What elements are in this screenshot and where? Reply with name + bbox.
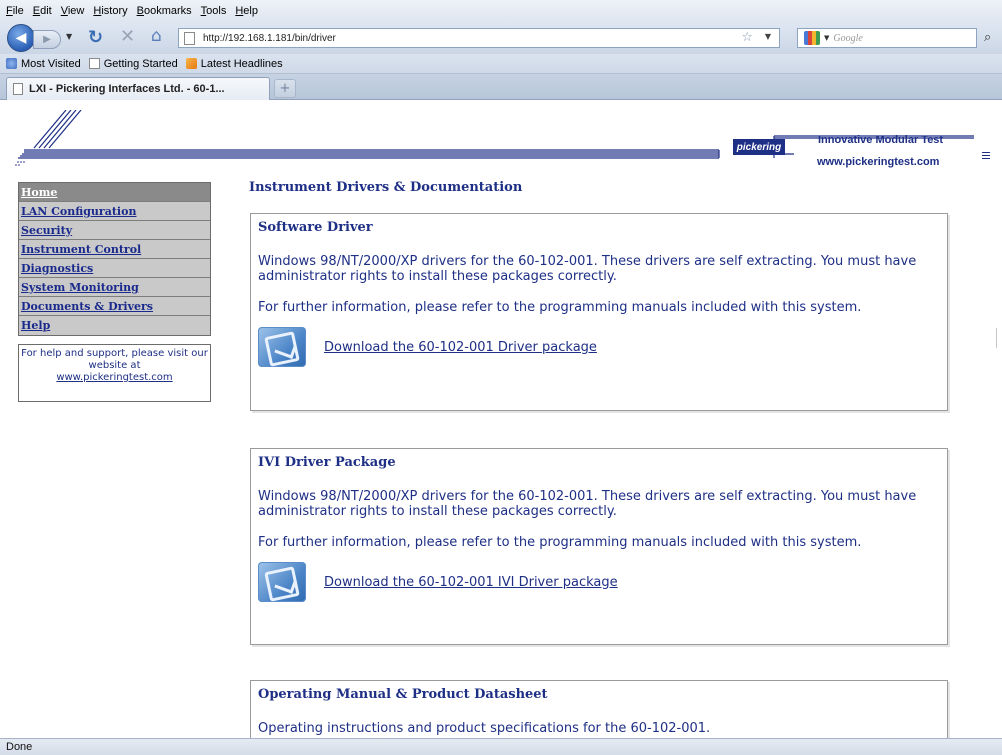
bookmark-label: Latest Headlines bbox=[200, 57, 283, 70]
download-row: Download the 60-102-001 IVI Driver packa… bbox=[258, 562, 941, 602]
search-box[interactable]: ▼ Google bbox=[797, 28, 977, 48]
most-visited-icon bbox=[6, 58, 17, 69]
sidebar-item-instrument-control[interactable]: Instrument Control bbox=[19, 240, 210, 259]
new-tab-button[interactable]: + bbox=[274, 79, 296, 98]
menu-tools[interactable]: Tools bbox=[201, 5, 227, 17]
download-row: Download the 60-102-001 Driver package bbox=[258, 327, 941, 367]
status-bar: Done bbox=[0, 738, 1002, 755]
page-icon bbox=[13, 83, 23, 95]
sidebar-item-system-monitoring[interactable]: System Monitoring bbox=[19, 278, 210, 297]
banner-tagline: Innovative Modular Test bbox=[818, 134, 944, 146]
panel-description: Windows 98/NT/2000/XP drivers for the 60… bbox=[258, 489, 917, 519]
engine-dropdown-icon[interactable]: ▼ bbox=[824, 34, 829, 42]
panel-description: Operating instructions and product speci… bbox=[258, 721, 711, 736]
bookmark-most-visited[interactable]: Most Visited bbox=[6, 58, 81, 70]
search-placeholder[interactable]: Google bbox=[833, 33, 862, 44]
bookmark-latest-headlines[interactable]: Latest Headlines bbox=[185, 57, 283, 70]
pickering-logo: pickering bbox=[733, 139, 785, 155]
site-banner: pickering Innovative Modular Test www.pi… bbox=[14, 110, 994, 172]
download-ivi-driver-link[interactable]: Download the 60-102-001 IVI Driver packa… bbox=[324, 575, 618, 590]
bookmark-label: Getting Started bbox=[103, 57, 178, 70]
download-driver-link[interactable]: Download the 60-102-001 Driver package bbox=[324, 340, 597, 355]
page-title: Instrument Drivers & Documentation bbox=[249, 180, 523, 195]
help-website-link[interactable]: www.pickeringtest.com bbox=[19, 372, 210, 384]
help-text: For help and support, please visit our w… bbox=[21, 348, 208, 371]
url-text[interactable]: http://192.168.1.181/bin/driver bbox=[203, 33, 336, 44]
navigation-toolbar: ◀ ▶ ▼ ↻ ✕ ⌂ http://192.168.1.181/bin/dri… bbox=[0, 22, 1002, 54]
bookmark-label: Most Visited bbox=[21, 57, 81, 70]
sidebar-item-home[interactable]: Home bbox=[19, 183, 210, 202]
history-dropdown-icon[interactable]: ▼ bbox=[66, 32, 72, 41]
status-text: Done bbox=[6, 741, 33, 753]
reload-icon[interactable]: ↻ bbox=[88, 27, 103, 48]
panel-heading: IVI Driver Package bbox=[258, 455, 396, 470]
menu-file[interactable]: File bbox=[6, 5, 24, 17]
plus-icon: + bbox=[279, 81, 291, 96]
ivi-driver-panel: IVI Driver Package Windows 98/NT/2000/XP… bbox=[250, 448, 948, 645]
menu-help[interactable]: Help bbox=[235, 5, 258, 17]
operating-manual-panel: Operating Manual & Product Datasheet Ope… bbox=[250, 680, 948, 738]
menu-lines-icon bbox=[982, 152, 990, 161]
stop-icon[interactable]: ✕ bbox=[120, 26, 135, 47]
bookmark-star-icon[interactable]: ☆ bbox=[741, 30, 753, 45]
menu-view[interactable]: View bbox=[61, 5, 85, 17]
download-package-icon[interactable] bbox=[258, 562, 306, 602]
address-bar[interactable]: http://192.168.1.181/bin/driver ☆ ▼ bbox=[178, 28, 780, 48]
help-support-box: For help and support, please visit our w… bbox=[18, 344, 211, 402]
panel-heading: Software Driver bbox=[258, 220, 373, 235]
rss-feed-icon bbox=[185, 58, 197, 69]
bookmark-getting-started[interactable]: Getting Started bbox=[88, 57, 178, 70]
page-icon bbox=[184, 31, 195, 45]
menu-bookmarks[interactable]: Bookmarks bbox=[137, 5, 192, 17]
sidebar-item-help[interactable]: Help bbox=[19, 316, 210, 335]
sidebar-nav: Home LAN Configuration Security Instrume… bbox=[18, 182, 211, 336]
home-icon[interactable]: ⌂ bbox=[151, 26, 162, 46]
sidebar-item-diagnostics[interactable]: Diagnostics bbox=[19, 259, 210, 278]
menu-bar: File Edit View History Bookmarks Tools H… bbox=[0, 0, 1002, 22]
page-icon bbox=[88, 58, 100, 69]
panel-note: For further information, please refer to… bbox=[258, 300, 862, 315]
tab-strip: LXI - Pickering Interfaces Ltd. - 60-1..… bbox=[0, 74, 1002, 100]
search-magnifier-icon[interactable]: ⌕ bbox=[984, 30, 991, 45]
menu-edit[interactable]: Edit bbox=[33, 5, 52, 17]
url-dropdown-icon[interactable]: ▼ bbox=[765, 32, 771, 41]
sidebar-item-security[interactable]: Security bbox=[19, 221, 210, 240]
menu-history[interactable]: History bbox=[93, 5, 127, 17]
sidebar-item-documents-drivers[interactable]: Documents & Drivers bbox=[19, 297, 210, 316]
tab-active[interactable]: LXI - Pickering Interfaces Ltd. - 60-1..… bbox=[6, 77, 270, 100]
software-driver-panel: Software Driver Windows 98/NT/2000/XP dr… bbox=[250, 213, 948, 411]
panel-note: For further information, please refer to… bbox=[258, 535, 862, 550]
download-package-icon[interactable] bbox=[258, 327, 306, 367]
page-edge-marker bbox=[996, 328, 1002, 348]
forward-button[interactable]: ▶ bbox=[33, 30, 61, 49]
sidebar-item-lan-configuration[interactable]: LAN Configuration bbox=[19, 202, 210, 221]
page-content: pickering Innovative Modular Test www.pi… bbox=[0, 100, 1002, 738]
panel-heading: Operating Manual & Product Datasheet bbox=[258, 687, 548, 702]
google-engine-icon[interactable] bbox=[804, 31, 820, 45]
panel-description: Windows 98/NT/2000/XP drivers for the 60… bbox=[258, 254, 917, 284]
banner-website: www.pickeringtest.com bbox=[817, 156, 940, 168]
forward-arrow-icon: ▶ bbox=[43, 34, 51, 45]
back-button[interactable]: ◀ bbox=[7, 24, 35, 52]
back-arrow-icon: ◀ bbox=[15, 30, 27, 46]
tab-title: LXI - Pickering Interfaces Ltd. - 60-1..… bbox=[29, 83, 225, 95]
bookmarks-toolbar: Most Visited Getting Started Latest Head… bbox=[0, 54, 1002, 74]
